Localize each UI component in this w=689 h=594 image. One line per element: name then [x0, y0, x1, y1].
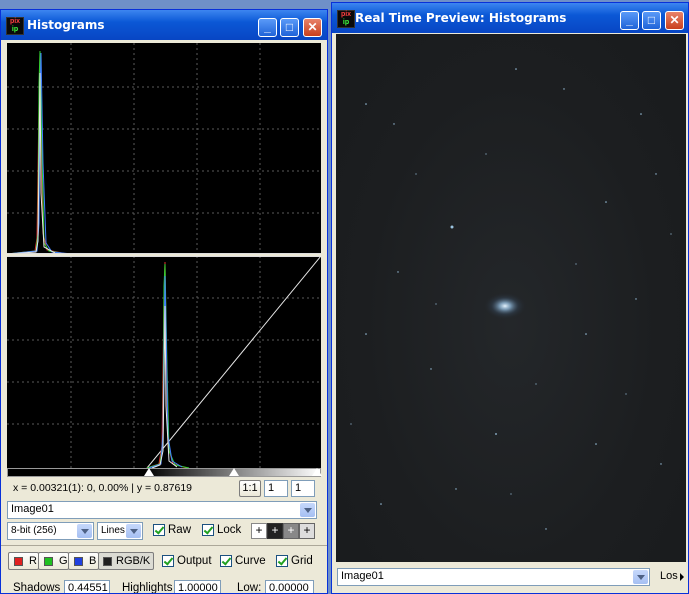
grid-cursor-icon[interactable]: + [299, 523, 315, 539]
output-histogram-svg [7, 255, 322, 469]
highlights-field[interactable]: 1.00000 [174, 580, 221, 593]
green-swatch-icon [44, 557, 53, 566]
transfer-curve-line [146, 255, 322, 469]
zoom-horizontal-field[interactable]: 1 [264, 480, 288, 497]
blue-swatch-icon [74, 557, 83, 566]
chevron-down-icon [126, 524, 141, 538]
histograms-titlebar[interactable]: pix ip Histograms _ □ ✕ [1, 10, 327, 40]
preview-mode-label[interactable]: Los [660, 570, 678, 582]
output-label: Output [177, 555, 212, 567]
close-icon: ✕ [669, 13, 680, 27]
pixinsight-app-icon: pix ip [337, 10, 355, 28]
highlights-slider-handle[interactable] [312, 468, 322, 476]
crosshair-cursor-icon[interactable]: + [251, 523, 267, 539]
zoom-in-cursor-icon[interactable]: + [267, 523, 283, 539]
preview-titlebar[interactable]: pix ip Real Time Preview: Histograms _ □ … [332, 3, 688, 33]
shadows-slider-handle[interactable] [144, 468, 154, 476]
lock-checkbox[interactable] [202, 524, 214, 536]
low-field[interactable]: 0.00000 [265, 580, 314, 593]
view-select[interactable]: Image01 [7, 501, 317, 519]
maximize-icon: □ [647, 13, 656, 27]
view-select-value: Image01 [11, 503, 54, 515]
input-peak-white [6, 72, 56, 255]
plot-style-value: Lines [101, 525, 125, 536]
grid-checkbox[interactable] [276, 555, 288, 567]
shadows-field[interactable]: 0.44551 [64, 580, 110, 593]
rgbk-swatch-icon [103, 557, 112, 566]
highlights-label: Highlights [122, 582, 173, 594]
channel-b-button[interactable]: B [68, 552, 99, 570]
output-checkbox[interactable] [162, 555, 174, 567]
input-histogram-plot[interactable] [6, 43, 321, 255]
channel-b-label: B [89, 555, 97, 567]
raw-label: Raw [168, 524, 192, 536]
pan-cursor-icon[interactable]: + [283, 523, 299, 539]
galaxy-core [483, 292, 527, 320]
real-time-preview-window: pix ip Real Time Preview: Histograms _ □ … [331, 2, 689, 594]
low-label: Low: [237, 582, 262, 594]
channel-rgbk-button[interactable]: RGB/K [98, 552, 154, 570]
close-icon: ✕ [307, 20, 318, 34]
histograms-title: Histograms [27, 18, 105, 32]
bit-depth-value: 8-bit (256) [11, 525, 57, 536]
plot-style-select[interactable]: Lines [97, 522, 143, 540]
zoom-vertical-field[interactable]: 1 [291, 480, 315, 497]
preview-view-value: Image01 [341, 570, 384, 582]
minimize-icon: _ [626, 13, 633, 27]
chevron-down-icon [77, 524, 92, 538]
channel-g-label: G [59, 555, 68, 567]
lock-label: Lock [217, 524, 242, 536]
maximize-button[interactable]: □ [642, 11, 661, 30]
midtones-gradient-strip[interactable] [7, 468, 321, 477]
preview-view-select[interactable]: Image01 [337, 568, 650, 586]
curve-checkbox[interactable] [220, 555, 232, 567]
histograms-window: pix ip Histograms _ □ ✕ x = 0.00321(1): … [0, 9, 328, 594]
input-histogram-svg [6, 43, 321, 255]
output-histogram-plot[interactable] [7, 255, 322, 469]
star-field-svg [350, 68, 672, 530]
midtones-slider-handle[interactable] [229, 468, 239, 476]
curve-label: Curve [235, 555, 266, 567]
cursor-readout: x = 0.00321(1): 0, 0.00% | y = 0.87619 [13, 482, 193, 494]
output-peak-white [151, 305, 178, 469]
minimize-icon: _ [264, 20, 271, 34]
panel-divider [1, 545, 327, 546]
grid-label: Grid [291, 555, 313, 567]
input-peak-red [6, 54, 68, 255]
chevron-right-icon[interactable] [680, 573, 684, 581]
raw-checkbox[interactable] [153, 524, 165, 536]
chevron-down-icon [633, 570, 648, 584]
red-swatch-icon [14, 557, 23, 566]
minimize-button[interactable]: _ [620, 11, 639, 30]
channel-r-button[interactable]: R [8, 552, 39, 570]
close-button[interactable]: ✕ [665, 11, 684, 30]
channel-r-label: R [29, 555, 37, 567]
pixinsight-app-icon: pix ip [6, 17, 24, 35]
zoom-1-1-button[interactable]: 1:1 [239, 480, 261, 497]
maximize-icon: □ [285, 20, 294, 34]
shadows-label: Shadows [13, 582, 61, 594]
preview-title: Real Time Preview: Histograms [355, 11, 567, 25]
channel-rgbk-label: RGB/K [116, 555, 151, 567]
bit-depth-select[interactable]: 8-bit (256) [7, 522, 94, 540]
channel-g-button[interactable]: G [38, 552, 69, 570]
minimize-button[interactable]: _ [258, 18, 277, 37]
maximize-button[interactable]: □ [280, 18, 299, 37]
close-button[interactable]: ✕ [303, 18, 322, 37]
preview-image[interactable] [336, 34, 686, 562]
chevron-down-icon [300, 503, 315, 517]
